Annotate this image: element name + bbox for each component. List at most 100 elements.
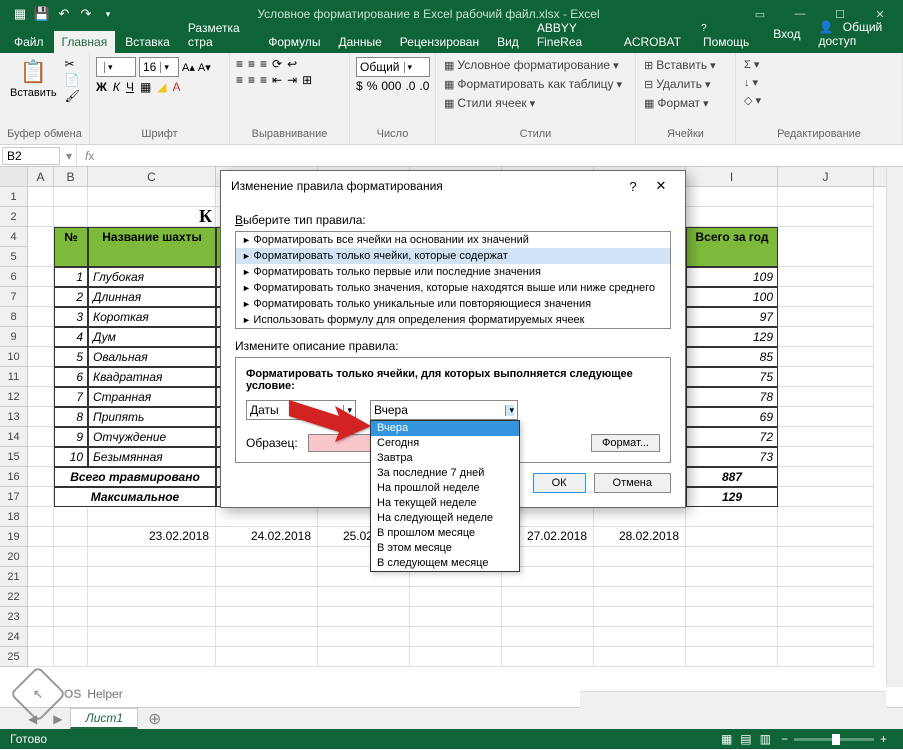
clear-button[interactable]: ◇ ▾ (742, 93, 763, 108)
cell[interactable] (686, 527, 778, 547)
tab-view[interactable]: Вид (489, 31, 527, 53)
rule-type-item[interactable]: Форматировать только первые или последни… (236, 264, 670, 280)
dropdown-option[interactable]: Вчера (371, 421, 519, 436)
cell[interactable] (410, 607, 502, 627)
cell[interactable] (88, 507, 216, 527)
border-button[interactable]: ▦ (140, 80, 151, 94)
tab-formulas[interactable]: Формулы (260, 31, 328, 53)
cell[interactable]: 10 (54, 447, 88, 467)
cell[interactable]: 75 (686, 367, 778, 387)
cell[interactable] (318, 607, 410, 627)
cell[interactable]: Овальная (88, 347, 216, 367)
cell[interactable] (778, 387, 874, 407)
cell[interactable]: 5 (54, 347, 88, 367)
row-header[interactable]: 12 (0, 387, 28, 407)
cell[interactable] (88, 587, 216, 607)
cell[interactable]: Безымянная (88, 447, 216, 467)
row-header[interactable]: 17 (0, 487, 28, 507)
row-header[interactable]: 6 (0, 267, 28, 287)
cell[interactable]: 9 (54, 427, 88, 447)
cell[interactable] (502, 587, 594, 607)
grow-font-icon[interactable]: A▴ (182, 61, 195, 74)
dropdown-option[interactable]: В следующем месяце (371, 556, 519, 571)
col-header[interactable]: J (778, 167, 874, 186)
help-button[interactable]: ? Помощь (691, 16, 761, 54)
cell[interactable] (28, 387, 54, 407)
undo-icon[interactable]: ↶ (56, 6, 72, 22)
cell[interactable] (28, 367, 54, 387)
cell[interactable] (778, 427, 874, 447)
cell[interactable] (28, 507, 54, 527)
number-format-combo[interactable]: Общий▾ (356, 57, 430, 77)
insert-cells-button[interactable]: ⊞ Вставить ▾ (642, 57, 718, 73)
cell[interactable] (686, 587, 778, 607)
cell[interactable] (686, 207, 778, 227)
cell[interactable] (28, 407, 54, 427)
indent-inc-icon[interactable]: ⇥ (287, 73, 297, 87)
cell[interactable] (686, 647, 778, 667)
paste-button[interactable]: 📋 Вставить (6, 57, 61, 101)
cell[interactable]: 129 (686, 327, 778, 347)
tab-layout[interactable]: Разметка стра (180, 17, 258, 53)
cell[interactable] (54, 647, 88, 667)
cell[interactable] (410, 647, 502, 667)
cell[interactable] (594, 547, 686, 567)
cell[interactable] (778, 347, 874, 367)
row-header[interactable]: 20 (0, 547, 28, 567)
cell[interactable] (410, 587, 502, 607)
col-header[interactable]: A (28, 167, 54, 186)
date-range-dropdown[interactable]: ВчераСегодняЗавтраЗа последние 7 днейНа … (370, 420, 520, 572)
cell[interactable] (28, 207, 54, 227)
bold-button[interactable]: Ж (96, 80, 107, 94)
cell[interactable] (502, 607, 594, 627)
format-cells-button[interactable]: ▦ Формат ▾ (642, 95, 711, 111)
redo-icon[interactable]: ↷ (78, 6, 94, 22)
cell[interactable] (28, 447, 54, 467)
align-left-icon[interactable]: ≡ (236, 73, 243, 87)
rule-type-list[interactable]: Форматировать все ячейки на основании их… (235, 231, 671, 329)
cell[interactable] (778, 207, 874, 227)
cell[interactable] (88, 187, 216, 207)
row-header[interactable]: 13 (0, 407, 28, 427)
cell[interactable] (318, 647, 410, 667)
cell[interactable] (502, 647, 594, 667)
cell[interactable]: 85 (686, 347, 778, 367)
cell[interactable] (778, 267, 874, 287)
row-header[interactable]: 15 (0, 447, 28, 467)
dropdown-option[interactable]: Завтра (371, 451, 519, 466)
cell[interactable] (88, 547, 216, 567)
cell[interactable] (28, 327, 54, 347)
dropdown-option[interactable]: На прошлой неделе (371, 481, 519, 496)
col-header[interactable]: C (88, 167, 216, 186)
cell[interactable] (318, 587, 410, 607)
cell[interactable] (502, 627, 594, 647)
dropdown-option[interactable]: В прошлом месяце (371, 526, 519, 541)
dialog-close-button[interactable]: ✕ (647, 178, 675, 194)
cell[interactable] (594, 587, 686, 607)
align-bottom-icon[interactable]: ≡ (260, 57, 267, 71)
cell[interactable] (28, 287, 54, 307)
cell[interactable]: 73 (686, 447, 778, 467)
cell[interactable] (410, 627, 502, 647)
cell[interactable] (54, 207, 88, 227)
row-header[interactable]: 21 (0, 567, 28, 587)
cell[interactable] (778, 587, 874, 607)
cell[interactable] (778, 467, 874, 487)
cell[interactable] (28, 627, 54, 647)
cell[interactable] (686, 547, 778, 567)
format-painter-icon[interactable]: 🖌 (65, 89, 80, 103)
copy-icon[interactable]: 📄 (65, 73, 80, 87)
fill-color-button[interactable]: ◢ (157, 80, 166, 94)
name-box-arrow[interactable]: ▾ (62, 149, 76, 163)
cell[interactable] (778, 527, 874, 547)
cell[interactable] (28, 187, 54, 207)
cell[interactable] (88, 627, 216, 647)
align-middle-icon[interactable]: ≡ (248, 57, 255, 71)
comma-icon[interactable]: 000 (381, 79, 401, 93)
cell[interactable]: 4 (54, 327, 88, 347)
formula-input[interactable]: fx (76, 145, 903, 166)
row-header[interactable]: 16 (0, 467, 28, 487)
cell[interactable] (216, 507, 318, 527)
tab-insert[interactable]: Вставка (117, 31, 178, 53)
cell[interactable]: 1 (54, 267, 88, 287)
